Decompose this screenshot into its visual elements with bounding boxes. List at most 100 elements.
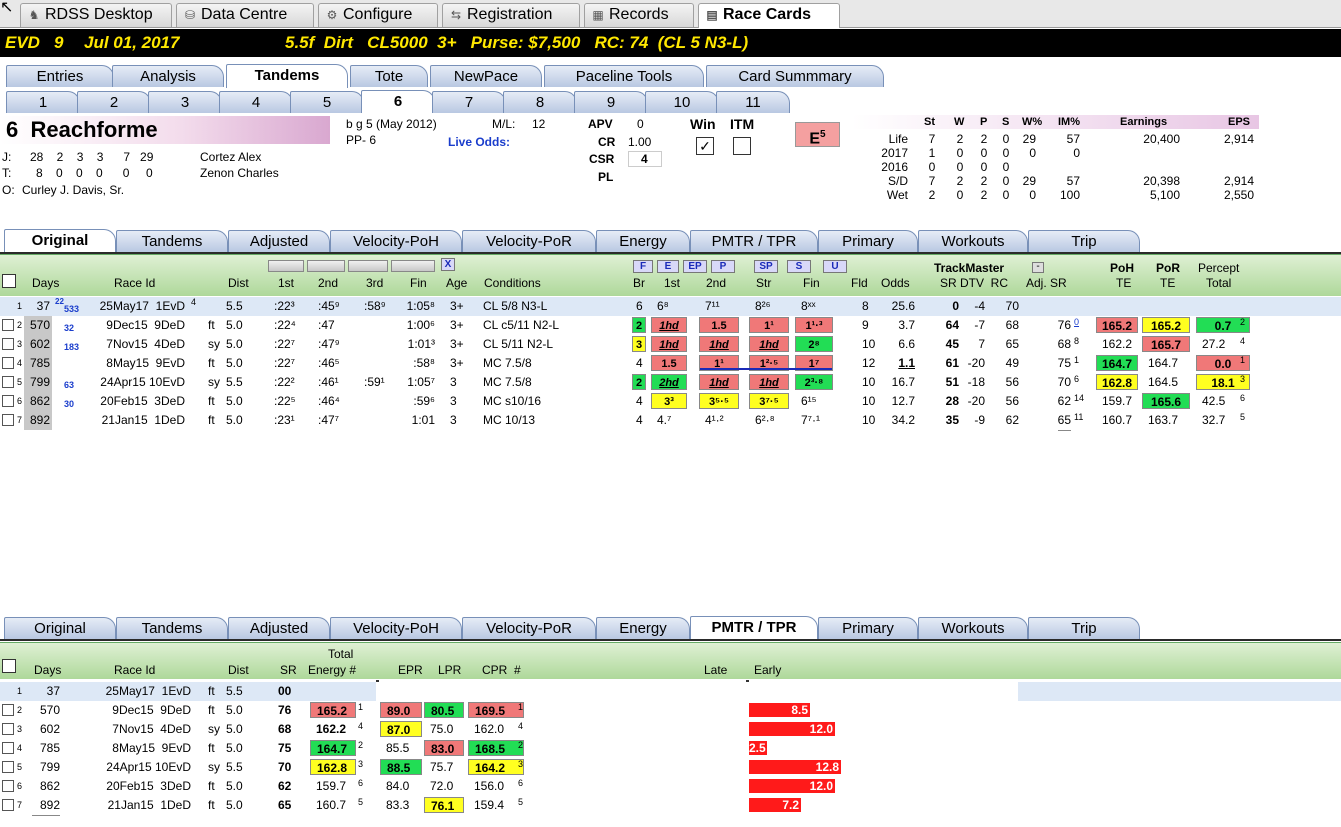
col-stretch-pos[interactable]: Str bbox=[756, 276, 771, 290]
race-tab-7[interactable]: 7 bbox=[432, 91, 506, 113]
col-por[interactable]: PoR bbox=[1156, 261, 1180, 275]
btn-f[interactable]: F bbox=[633, 260, 653, 273]
subtab-velocity-por[interactable]: Velocity-PoR bbox=[462, 617, 596, 639]
tab-card-summary[interactable]: Card Summmary bbox=[706, 65, 884, 87]
row-checkbox[interactable] bbox=[2, 319, 14, 331]
race-tab-2[interactable]: 2 bbox=[77, 91, 151, 113]
subtab-tandems[interactable]: Tandems bbox=[116, 230, 228, 252]
row-checkbox[interactable] bbox=[2, 761, 14, 773]
btn-e[interactable]: E bbox=[657, 260, 679, 273]
row-checkbox[interactable] bbox=[2, 723, 14, 735]
tab-analysis[interactable]: Analysis bbox=[112, 65, 224, 87]
race-id-cell[interactable]: 24Apr15 10EvD bbox=[100, 373, 185, 392]
subtab-primary[interactable]: Primary bbox=[818, 230, 918, 252]
tab-newpace[interactable]: NewPace bbox=[430, 65, 542, 87]
row-checkbox[interactable] bbox=[2, 414, 14, 426]
trainer-name[interactable]: Zenon Charles bbox=[200, 166, 279, 180]
subtab-trip[interactable]: Trip bbox=[1028, 617, 1140, 639]
tab-data-centre[interactable]: ⛁ Data Centre bbox=[176, 3, 314, 27]
col-adj-sr[interactable]: Adj. SR bbox=[1026, 276, 1067, 290]
col-dist[interactable]: Dist bbox=[228, 276, 249, 290]
col-field[interactable]: Fld bbox=[851, 276, 868, 290]
row-checkbox[interactable] bbox=[2, 395, 14, 407]
race-id-cell[interactable]: 21Jan15 1DeD bbox=[102, 411, 185, 430]
table-row[interactable]: 1 37 22 533 25May17 1EvD 4 5.5:22³:45⁹:58⁹ 1:05… bbox=[0, 297, 1341, 316]
row-checkbox[interactable] bbox=[2, 780, 14, 792]
col-break[interactable]: Br bbox=[633, 276, 645, 290]
subtab-energy[interactable]: Energy bbox=[596, 230, 690, 252]
subtab-original[interactable]: Original bbox=[4, 617, 116, 639]
tab-tandems[interactable]: Tandems bbox=[226, 64, 348, 88]
subtab-original[interactable]: Original bbox=[4, 229, 116, 253]
race-tab-8[interactable]: 8 bbox=[503, 91, 577, 113]
race-tab-5[interactable]: 5 bbox=[290, 91, 364, 113]
race-id-cell[interactable]: 7Nov15 4DeD bbox=[112, 720, 191, 739]
row-checkbox[interactable] bbox=[2, 799, 14, 811]
col-conditions[interactable]: Conditions bbox=[484, 276, 541, 290]
subtab-tandems[interactable]: Tandems bbox=[116, 617, 228, 639]
table-row[interactable]: 2 570 9Dec15 9DeD ft 5.0 76 165.2 89.0 80.5 169.5… bbox=[0, 701, 1341, 721]
tab-configure[interactable]: ⚙ Configure bbox=[318, 3, 438, 27]
itm-checkbox[interactable] bbox=[733, 137, 751, 155]
subtab-trip[interactable]: Trip bbox=[1028, 230, 1140, 252]
col-days[interactable]: Days bbox=[32, 276, 59, 290]
subtab-workouts[interactable]: Workouts bbox=[918, 617, 1028, 639]
col-days-2[interactable]: Days bbox=[34, 663, 61, 677]
race-tab-6[interactable]: 6 bbox=[361, 90, 435, 113]
subtab-pmtr-tpr[interactable]: PMTR / TPR bbox=[690, 230, 818, 252]
table-row[interactable]: 7 892 21Jan15 1DeD ft 5.0 65 160.7 83.3 76.1 159.… bbox=[0, 796, 1341, 816]
tab-entries[interactable]: Entries bbox=[6, 65, 114, 87]
race-tab-9[interactable]: 9 bbox=[574, 91, 648, 113]
subtab-adjusted[interactable]: Adjusted bbox=[228, 230, 330, 252]
subtab-primary[interactable]: Primary bbox=[818, 617, 918, 639]
col-odds[interactable]: Odds bbox=[881, 276, 910, 290]
subtab-velocity-poh[interactable]: Velocity-PoH bbox=[330, 230, 462, 252]
race-tab-4[interactable]: 4 bbox=[219, 91, 293, 113]
table-row[interactable]: 5 799 24Apr15 10EvD sy 5.5 70 162.8 88.5 75.7 164… bbox=[0, 758, 1341, 778]
col-lpr[interactable]: LPR bbox=[438, 663, 461, 677]
race-tab-1[interactable]: 1 bbox=[6, 91, 80, 113]
race-id-cell[interactable]: 7Nov15 4DeD bbox=[106, 335, 185, 354]
col-sr[interactable]: SR bbox=[280, 663, 297, 677]
table-row[interactable]: 7 892 21Jan15 1DeD ft 5.0:23¹:47⁷ 1:01 3 MC 10/… bbox=[0, 411, 1341, 431]
race-id-cell[interactable]: 20Feb15 3DeD bbox=[100, 392, 185, 411]
col-epr[interactable]: EPR bbox=[398, 663, 423, 677]
win-checkbox[interactable]: ✓ bbox=[696, 137, 714, 155]
race-id-cell[interactable]: 25May17 1EvD bbox=[106, 682, 191, 701]
race-id-cell[interactable]: 25May17 1EvD bbox=[100, 297, 185, 316]
race-tab-3[interactable]: 3 bbox=[148, 91, 222, 113]
col-3rd-call[interactable]: 3rd bbox=[366, 276, 383, 290]
table-row[interactable]: 3 602 183 7Nov15 4DeD sy 5.0:22⁷:47⁹ 1:01³ 3+ CL… bbox=[0, 335, 1341, 355]
tab-rdss-desktop[interactable]: ♞ RDSS Desktop bbox=[20, 3, 172, 27]
col-dist-2[interactable]: Dist bbox=[228, 663, 249, 677]
race-id-cell[interactable]: 24Apr15 10EvD bbox=[106, 758, 191, 777]
race-id-cell[interactable]: 8May15 9EvD bbox=[112, 739, 191, 758]
race-id-cell[interactable]: 20Feb15 3DeD bbox=[106, 777, 191, 796]
tab-race-cards[interactable]: ▤ Race Cards bbox=[698, 3, 840, 28]
race-id-cell[interactable]: 9Dec15 9DeD bbox=[112, 701, 191, 720]
col-cpr[interactable]: CPR # bbox=[482, 663, 521, 677]
row-checkbox[interactable] bbox=[2, 376, 14, 388]
subtab-energy[interactable]: Energy bbox=[596, 617, 690, 639]
col-late[interactable]: Late bbox=[704, 663, 727, 677]
col-sr-dtv-rc[interactable]: SR DTV RC bbox=[940, 276, 1008, 290]
subtab-velocity-por[interactable]: Velocity-PoR bbox=[462, 230, 596, 252]
row-checkbox[interactable] bbox=[2, 704, 14, 716]
col-poh[interactable]: PoH bbox=[1110, 261, 1134, 275]
col-race-id-2[interactable]: Race Id bbox=[114, 663, 155, 677]
col-age[interactable]: Age bbox=[446, 276, 467, 290]
gbtn-1[interactable] bbox=[268, 260, 304, 272]
tab-tote[interactable]: Tote bbox=[350, 65, 428, 87]
race-tab-11[interactable]: 11 bbox=[716, 91, 790, 113]
table-row[interactable]: 6 862 20Feb15 3DeD ft 5.0 62 159.7 84.0 72.0 156.… bbox=[0, 777, 1341, 797]
col-fin-time[interactable]: Fin bbox=[410, 276, 427, 290]
gbtn-4[interactable] bbox=[391, 260, 435, 272]
table-row[interactable]: 4 785 8May15 9EvD ft 5.0 75 164.7 85.5 83.0 168.5… bbox=[0, 739, 1341, 759]
gbtn-2[interactable] bbox=[307, 260, 345, 272]
collapse-icon[interactable]: - bbox=[1032, 262, 1044, 273]
btn-sp[interactable]: SP bbox=[754, 260, 778, 273]
tab-records[interactable]: ▦ Records bbox=[584, 3, 694, 27]
col-2nd-call[interactable]: 2nd bbox=[318, 276, 338, 290]
subtab-workouts[interactable]: Workouts bbox=[918, 230, 1028, 252]
select-all-checkbox-2[interactable] bbox=[2, 659, 16, 673]
